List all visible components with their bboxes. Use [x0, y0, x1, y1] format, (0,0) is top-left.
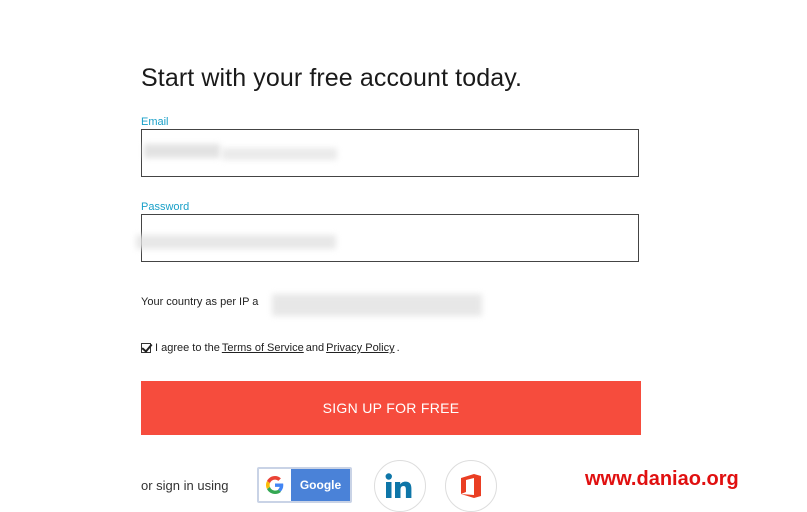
terms-link[interactable]: Terms of Service: [222, 342, 304, 354]
country-text: Your country as per IP a: [141, 296, 259, 308]
page-title: Start with your free account today.: [141, 64, 523, 92]
redacted-password: [136, 235, 336, 249]
signup-button[interactable]: SIGN UP FOR FREE: [141, 381, 641, 435]
watermark-text: www.daniao.org: [585, 468, 739, 490]
agree-prefix: I agree to the: [155, 342, 220, 354]
password-label: Password: [141, 201, 190, 213]
redacted-email: [144, 144, 220, 158]
social-signin-text: or sign in using: [141, 478, 229, 493]
linkedin-signin-button[interactable]: [374, 460, 426, 512]
terms-agreement: I agree to the Terms of Service and Priv…: [141, 342, 400, 354]
terms-checkbox[interactable]: [141, 343, 151, 353]
privacy-link[interactable]: Privacy Policy: [326, 342, 394, 354]
google-icon: [259, 469, 291, 501]
google-label: Google: [291, 469, 350, 501]
google-signin-button[interactable]: Google: [257, 467, 352, 503]
agree-and: and: [305, 342, 325, 354]
password-field[interactable]: [136, 214, 639, 262]
office-icon: [461, 474, 481, 498]
agree-suffix: .: [396, 342, 400, 354]
office-signin-button[interactable]: [445, 460, 497, 512]
redacted-email-tail: [222, 148, 337, 160]
email-field[interactable]: [141, 129, 639, 177]
linkedin-icon: [385, 473, 412, 498]
email-label: Email: [141, 116, 169, 128]
redacted-country: [272, 294, 482, 316]
